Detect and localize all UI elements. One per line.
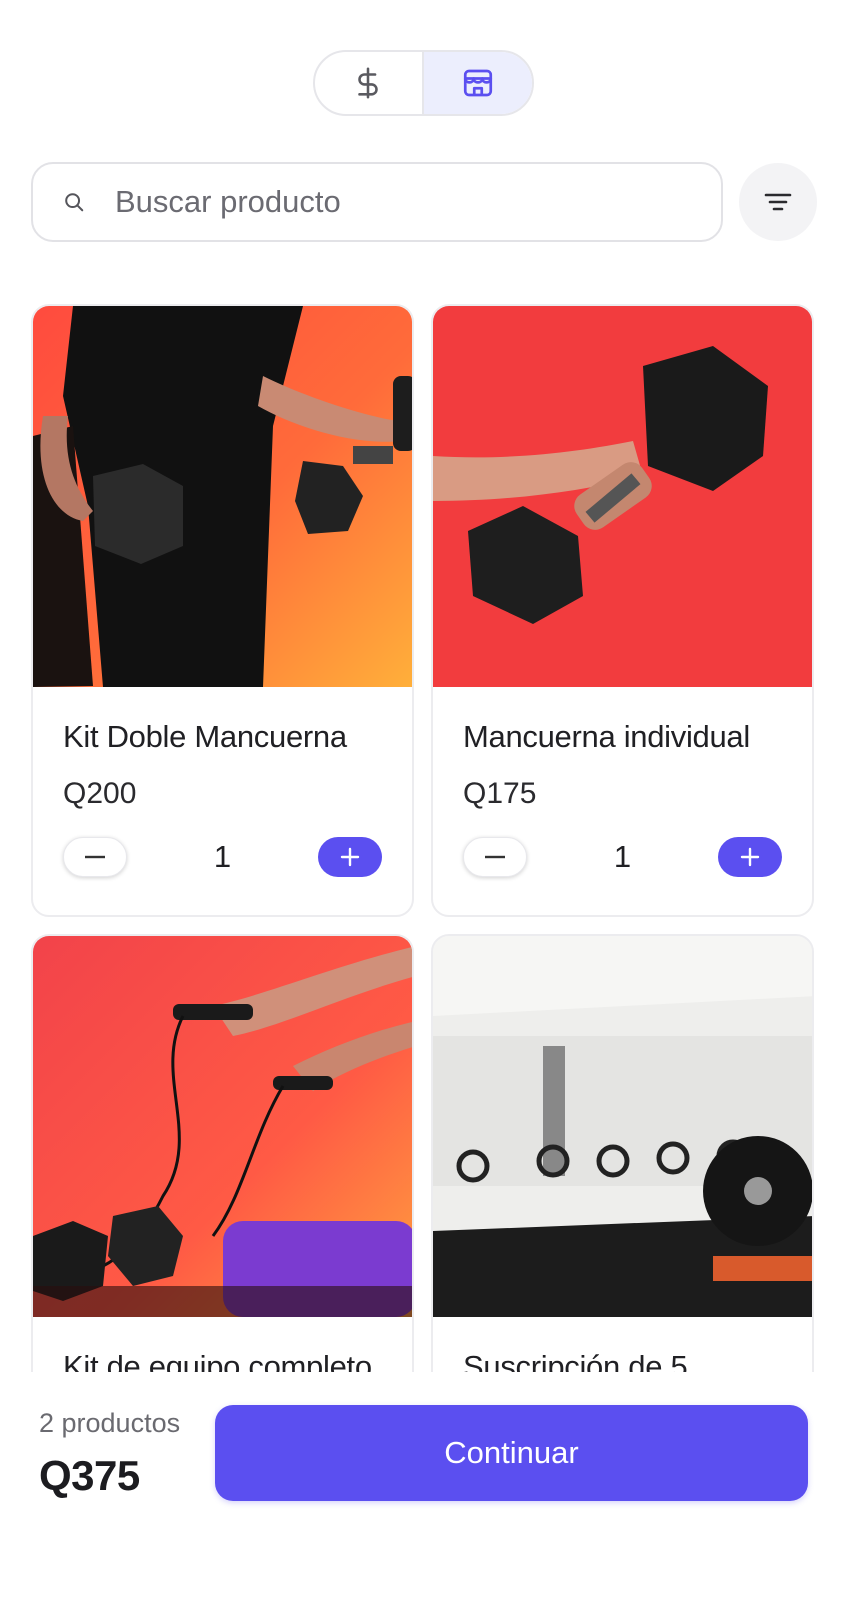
product-image <box>433 936 812 1317</box>
increase-button[interactable] <box>718 837 782 877</box>
cart-count: 2 productos <box>39 1408 181 1438</box>
product-image <box>33 306 412 687</box>
search-input[interactable] <box>115 184 675 220</box>
minus-icon <box>85 855 105 859</box>
quantity-value: 1 <box>213 839 232 874</box>
dollar-icon <box>358 67 378 99</box>
product-card[interactable]: Suscripción de 5 <box>431 934 814 1414</box>
decrease-button[interactable] <box>463 837 527 877</box>
product-picker-page: Kit Doble Mancuerna Q200 1 <box>0 0 846 1600</box>
increase-button[interactable] <box>318 837 382 877</box>
search-icon <box>61 189 87 215</box>
continue-button-label: Continuar <box>444 1435 579 1470</box>
filter-icon <box>764 193 792 211</box>
quantity-value: 1 <box>613 839 632 874</box>
product-name: Kit Doble Mancuerna <box>63 719 347 754</box>
product-price: Q200 <box>63 777 137 810</box>
plus-icon <box>740 847 760 867</box>
mode-toggle <box>313 50 534 116</box>
product-price: Q175 <box>463 777 537 810</box>
decrease-button[interactable] <box>63 837 127 877</box>
store-icon <box>463 69 492 97</box>
product-card[interactable]: Kit de equipo completo <box>31 934 414 1414</box>
product-name: Mancuerna individual <box>463 719 750 754</box>
checkout-bar: 2 productos Q375 Continuar <box>0 1372 846 1600</box>
plus-icon <box>340 847 360 867</box>
quantity-stepper: 1 <box>63 837 382 877</box>
product-image <box>433 306 812 687</box>
filter-button[interactable] <box>739 163 817 241</box>
continue-button[interactable]: Continuar <box>215 1405 808 1501</box>
product-card[interactable]: Mancuerna individual Q175 1 <box>431 304 814 917</box>
minus-icon <box>485 855 505 859</box>
search-bar <box>31 162 723 242</box>
quantity-stepper: 1 <box>463 837 782 877</box>
cart-total: Q375 <box>39 1452 140 1499</box>
product-card[interactable]: Kit Doble Mancuerna Q200 1 <box>31 304 414 917</box>
product-image <box>33 936 412 1317</box>
toggle-store[interactable] <box>423 52 532 114</box>
toggle-amount[interactable] <box>315 52 424 114</box>
